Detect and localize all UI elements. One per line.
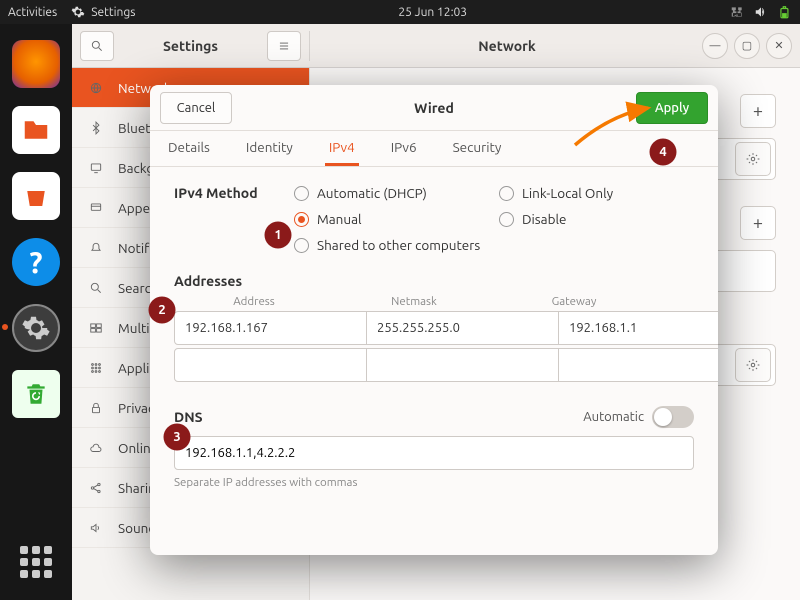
gateway-input[interactable] [559, 348, 718, 382]
share-icon [88, 481, 104, 495]
proxy-settings-button[interactable] [735, 348, 771, 382]
settings-titlebar: Settings Network ― ▢ ✕ [72, 24, 800, 68]
dialog-tabs: Details Identity IPv4 IPv6 Security [150, 131, 718, 167]
grid-icon [88, 361, 104, 375]
address-row [174, 348, 694, 382]
dock-show-apps-icon[interactable] [16, 542, 56, 582]
addresses-table: Address Netmask Gateway [174, 295, 694, 382]
dock-trash-icon[interactable] [12, 370, 60, 418]
address-input[interactable] [174, 348, 367, 382]
multitask-icon [88, 321, 104, 335]
globe-icon [88, 81, 104, 95]
dock-firefox-icon[interactable] [12, 40, 60, 88]
search-icon [90, 39, 104, 53]
network-wired-icon [730, 5, 744, 19]
add-vpn-button[interactable]: + [740, 206, 776, 240]
dock-files-icon[interactable] [12, 106, 60, 154]
activities-button[interactable]: Activities [8, 6, 57, 19]
dock-help-icon[interactable]: ? [12, 238, 60, 286]
topbar-clock[interactable]: 25 Jun 12:03 [135, 6, 730, 19]
sound-icon [88, 521, 104, 535]
display-icon [88, 161, 104, 175]
annotation-3: 3 [165, 425, 189, 449]
settings-menu-button[interactable] [267, 31, 301, 61]
tab-details[interactable]: Details [164, 131, 214, 166]
col-netmask: Netmask [334, 295, 494, 308]
ipv4-method-shared[interactable]: Shared to other computers [294, 237, 694, 253]
address-row [174, 311, 694, 345]
wired-settings-button[interactable] [735, 142, 771, 176]
settings-panel-title: Network [318, 38, 696, 54]
gnome-topbar: Activities Settings 25 Jun 12:03 [0, 0, 800, 24]
col-address: Address [174, 295, 334, 308]
dialog-header: Cancel Wired Apply [150, 85, 718, 131]
lock-icon [88, 401, 104, 415]
window-maximize-button[interactable]: ▢ [734, 33, 760, 59]
addresses-label: Addresses [174, 273, 694, 289]
battery-icon [778, 5, 792, 19]
dns-hint: Separate IP addresses with commas [174, 476, 694, 489]
netmask-input[interactable] [367, 348, 559, 382]
gear-icon [746, 152, 760, 166]
annotation-4: 4 [651, 140, 675, 164]
dialog-title: Wired [232, 100, 636, 116]
dns-auto-label: Automatic [583, 410, 644, 424]
gear-icon [71, 5, 85, 19]
search-icon [88, 281, 104, 295]
window-minimize-button[interactable]: ― [702, 33, 728, 59]
ipv4-method-disable[interactable]: Disable [499, 211, 694, 227]
apply-button[interactable]: Apply [636, 92, 708, 124]
annotation-2: 2 [150, 298, 174, 322]
connection-editor-dialog: Cancel Wired Apply DetailsIdentityIPv4IP… [150, 85, 718, 555]
settings-title: Settings [114, 38, 267, 54]
topbar-appmenu[interactable]: Settings [71, 5, 135, 19]
dock-software-icon[interactable] [12, 172, 60, 220]
annotation-1: 1 [266, 223, 290, 247]
ipv4-method-manual[interactable]: Manual [294, 211, 489, 227]
tab-security[interactable]: Security [449, 131, 506, 166]
dns-input[interactable] [174, 436, 694, 470]
address-input[interactable] [174, 311, 367, 345]
ipv4-method-auto[interactable]: Automatic (DHCP) [294, 185, 489, 201]
bluetooth-icon [88, 121, 104, 135]
netmask-input[interactable] [367, 311, 559, 345]
dns-auto-toggle[interactable] [652, 406, 694, 428]
cloud-icon [88, 441, 104, 455]
ipv4-method-linklocal[interactable]: Link-Local Only [499, 185, 694, 201]
tab-ipv6[interactable]: IPv6 [387, 131, 421, 166]
bell-icon [88, 241, 104, 255]
settings-search-button[interactable] [80, 31, 114, 61]
appearance-icon [88, 201, 104, 215]
dns-label: DNS [174, 409, 203, 425]
gear-icon [746, 358, 760, 372]
topbar-system-area[interactable] [730, 5, 792, 19]
hamburger-icon [277, 39, 291, 53]
volume-icon [754, 5, 768, 19]
col-gateway: Gateway [494, 295, 654, 308]
tab-ipv4[interactable]: IPv4 [325, 131, 359, 166]
ipv4-tab-body: IPv4 Method Automatic (DHCP) Link-Local … [150, 167, 718, 555]
gateway-input[interactable] [559, 311, 718, 345]
cancel-button[interactable]: Cancel [160, 92, 232, 124]
window-close-button[interactable]: ✕ [766, 33, 792, 59]
tab-identity[interactable]: Identity [242, 131, 297, 166]
add-wired-button[interactable]: + [740, 94, 776, 128]
ubuntu-dock: ? [0, 24, 72, 600]
dock-settings-icon[interactable] [12, 304, 60, 352]
